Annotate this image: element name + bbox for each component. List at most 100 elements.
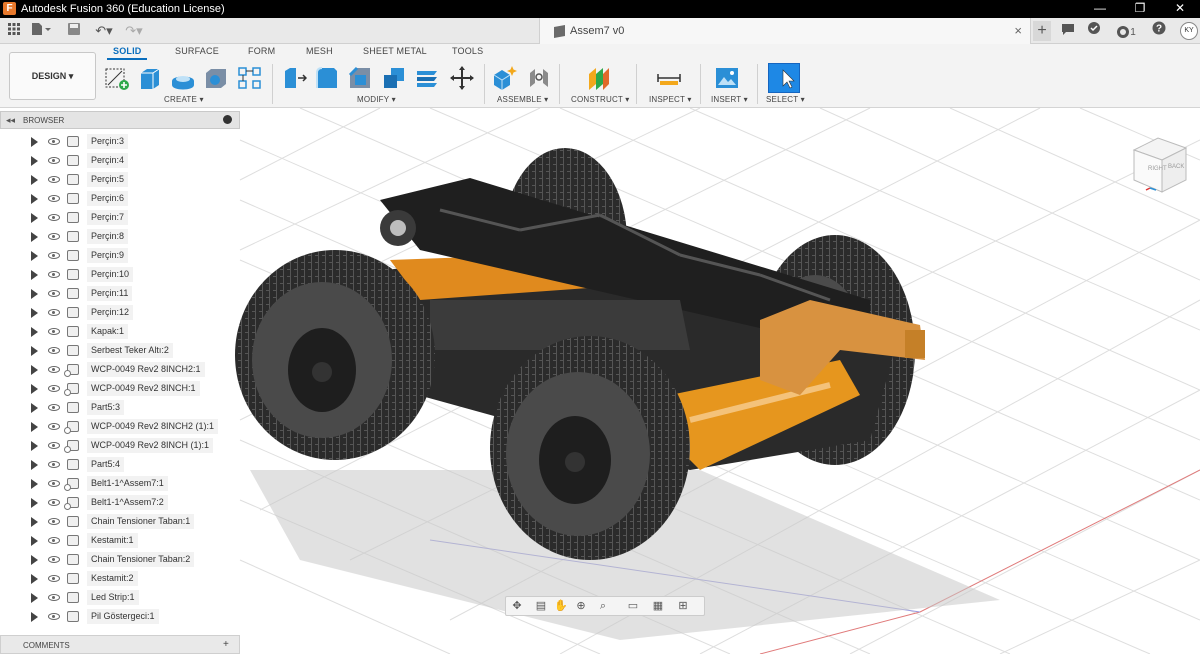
browser-item-label[interactable]: Belt1-1^Assem7:2 [87,495,168,510]
create-sketch-icon[interactable] [104,65,130,91]
insert-menu[interactable]: INSERT ▾ [711,95,748,104]
workspace-switcher-button[interactable]: DESIGN ▾ [9,52,96,100]
browser-item[interactable]: Chain Tensioner Taban:2 [0,550,240,569]
visibility-eye-icon[interactable] [48,404,60,411]
browser-item[interactable]: Perçin:12 [0,303,240,322]
browser-menu-icon[interactable] [223,115,232,124]
inspect-menu[interactable]: INSPECT ▾ [649,95,692,104]
expand-arrow-icon[interactable] [31,308,38,318]
visibility-eye-icon[interactable] [48,347,60,354]
collapse-browser-icon[interactable]: ◂◂ [6,115,15,126]
viewcube-back-face[interactable]: BACK [1168,164,1184,170]
visibility-eye-icon[interactable] [48,233,60,240]
document-tab[interactable]: Assem7 v0 × [539,18,1031,44]
browser-item-label[interactable]: Perçin:5 [87,172,129,187]
visibility-eye-icon[interactable] [48,518,60,525]
visibility-eye-icon[interactable] [48,271,60,278]
browser-item[interactable]: Kapak:1 [0,322,240,341]
assemble-menu[interactable]: ASSEMBLE ▾ [497,95,548,104]
combine-icon[interactable] [414,65,440,91]
browser-item[interactable]: Perçin:6 [0,189,240,208]
browser-item[interactable]: Perçin:11 [0,284,240,303]
tab-surface[interactable]: SURFACE [175,46,219,56]
expand-arrow-icon[interactable] [31,422,38,432]
tab-tools[interactable]: TOOLS [452,46,483,56]
select-menu[interactable]: SELECT ▾ [766,95,805,104]
expand-arrow-icon[interactable] [31,574,38,584]
tab-form[interactable]: FORM [248,46,275,56]
expand-arrow-icon[interactable] [31,555,38,565]
expand-arrow-icon[interactable] [31,460,38,470]
expand-arrow-icon[interactable] [31,251,38,261]
revolve-icon[interactable] [170,65,196,91]
shell-icon[interactable] [381,65,407,91]
visibility-eye-icon[interactable] [48,195,60,202]
browser-item[interactable]: Part5:4 [0,455,240,474]
browser-item[interactable]: Perçin:7 [0,208,240,227]
browser-item[interactable]: Perçin:5 [0,170,240,189]
visibility-eye-icon[interactable] [48,480,60,487]
visibility-eye-icon[interactable] [48,442,60,449]
expand-arrow-icon[interactable] [31,175,38,185]
browser-item-label[interactable]: Perçin:6 [87,191,129,206]
fit-icon[interactable]: ⌕ [596,600,610,612]
expand-arrow-icon[interactable] [31,327,38,337]
chat-icon[interactable] [1060,21,1076,41]
expand-arrow-icon[interactable] [31,232,38,242]
browser-item-label[interactable]: Serbest Teker Altı:2 [87,343,173,358]
visibility-eye-icon[interactable] [48,423,60,430]
browser-item[interactable]: WCP-0049 Rev2 8INCH2 (1):1 [0,417,240,436]
fillet-icon[interactable] [314,65,340,91]
browser-item[interactable]: Perçin:9 [0,246,240,265]
expand-arrow-icon[interactable] [31,498,38,508]
maximize-button[interactable]: ❐ [1120,0,1160,18]
expand-arrow-icon[interactable] [31,289,38,299]
browser-item[interactable]: Chain Tensioner Taban:1 [0,512,240,531]
browser-item-label[interactable]: Part5:3 [87,400,125,415]
browser-item[interactable]: Perçin:10 [0,265,240,284]
construct-menu[interactable]: CONSTRUCT ▾ [571,95,630,104]
chamfer-icon[interactable] [347,65,373,91]
visibility-eye-icon[interactable] [48,252,60,259]
extrude-icon[interactable] [137,65,163,91]
visibility-eye-icon[interactable] [48,157,60,164]
visibility-eye-icon[interactable] [48,385,60,392]
expand-arrow-icon[interactable] [31,270,38,280]
browser-item-label[interactable]: Pil Göstergeci:1 [87,609,159,624]
visibility-eye-icon[interactable] [48,176,60,183]
browser-item-label[interactable]: Kapak:1 [87,324,129,339]
expand-arrow-icon[interactable] [31,365,38,375]
app-grid-icon[interactable] [6,22,22,40]
grid-settings-icon[interactable]: ▦ [651,600,665,612]
expand-arrow-icon[interactable] [31,441,38,451]
add-comment-icon[interactable]: + [223,639,229,650]
browser-item-label[interactable]: Belt1-1^Assem7:1 [87,476,168,491]
browser-item-label[interactable]: Perçin:7 [87,210,129,225]
browser-item[interactable]: Perçin:8 [0,227,240,246]
comments-panel[interactable]: COMMENTS + [0,635,240,654]
new-tab-icon[interactable]: + [1033,21,1051,41]
close-tab-icon[interactable]: × [1014,23,1022,38]
redo-icon[interactable]: ↷▾ [122,22,146,40]
browser-item-label[interactable]: Perçin:11 [87,286,133,301]
browser-item-label[interactable]: Chain Tensioner Taban:1 [87,514,195,529]
browser-item[interactable]: Belt1-1^Assem7:2 [0,493,240,512]
expand-arrow-icon[interactable] [31,137,38,147]
undo-icon[interactable]: ↶▾ [92,22,116,40]
viewcube[interactable]: RIGHT BACK [1128,130,1192,200]
browser-item-label[interactable]: Perçin:12 [87,305,134,320]
visibility-eye-icon[interactable] [48,461,60,468]
look-at-icon[interactable]: ▤ [534,600,548,612]
browser-item-label[interactable]: Perçin:9 [87,248,129,263]
joint-icon[interactable] [526,65,552,91]
visibility-eye-icon[interactable] [48,366,60,373]
viewcube-right-face[interactable]: RIGHT [1148,166,1167,172]
new-component-icon[interactable] [492,65,518,91]
tab-sheet-metal[interactable]: SHEET METAL [363,46,427,56]
expand-arrow-icon[interactable] [31,517,38,527]
browser-item[interactable]: WCP-0049 Rev2 8INCH:1 [0,379,240,398]
expand-arrow-icon[interactable] [31,593,38,603]
browser-item[interactable]: Part5:3 [0,398,240,417]
visibility-eye-icon[interactable] [48,290,60,297]
visibility-eye-icon[interactable] [48,499,60,506]
